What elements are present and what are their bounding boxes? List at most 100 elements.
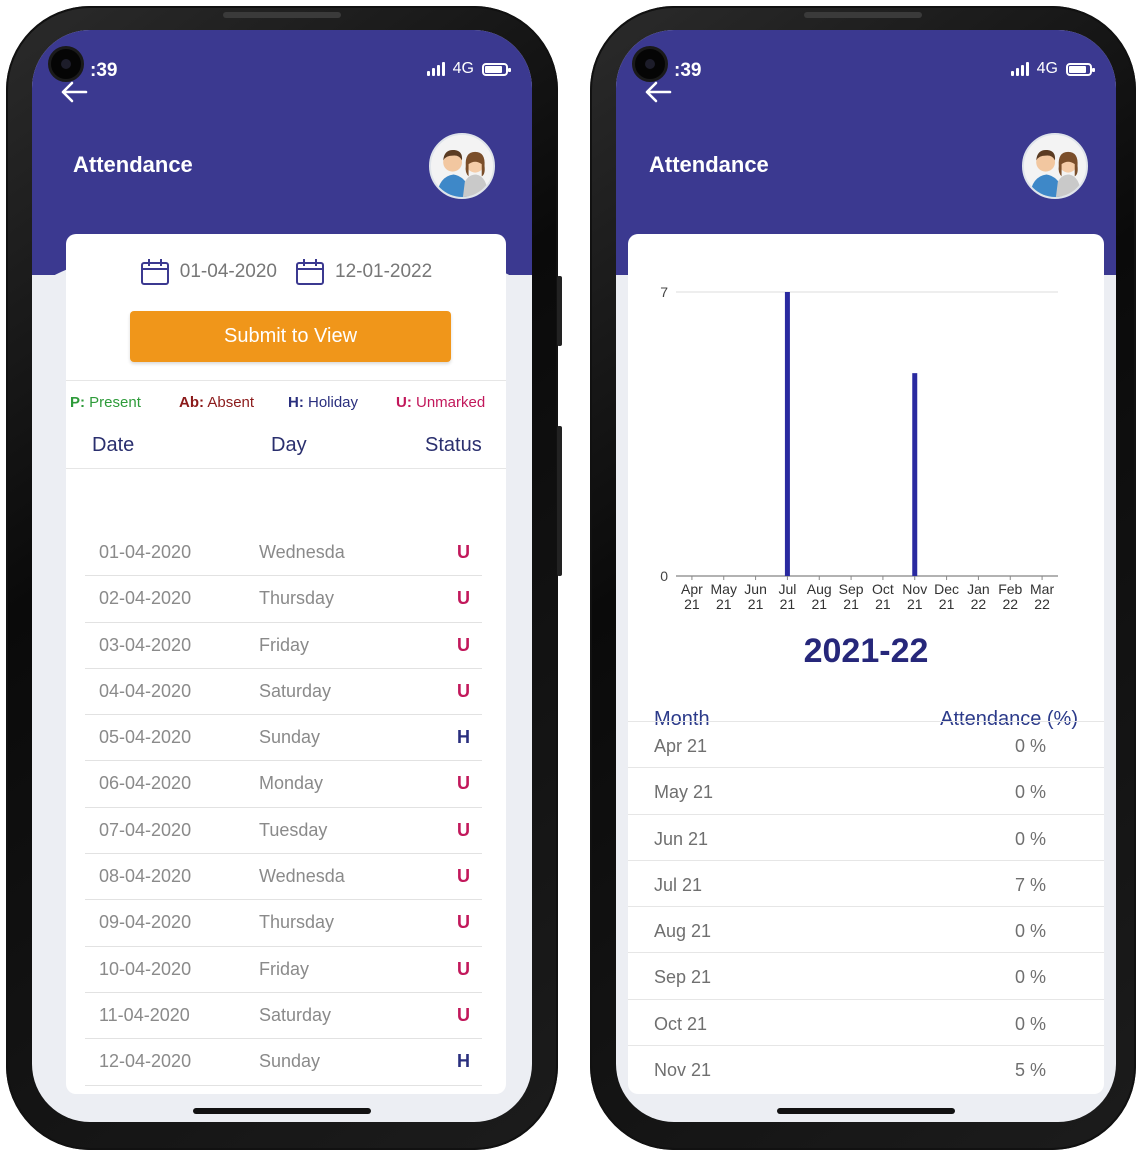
side-button bbox=[557, 426, 562, 576]
attendance-percent: 0 % bbox=[1014, 736, 1046, 756]
attendance-percent: 0 % bbox=[1014, 782, 1046, 803]
status-time: :39 bbox=[674, 60, 702, 81]
list-item: Sep 21 0 % bbox=[628, 952, 1104, 998]
attendance-percent: 7 % bbox=[1014, 874, 1046, 895]
table-row: 09-04-2020 Thursday U bbox=[85, 900, 482, 947]
status-indicators: 4G bbox=[1010, 60, 1095, 78]
network-label: 4G bbox=[1036, 60, 1058, 77]
phone-frame-left: :39 4G Attendance 01-04-2020 12-01-2022 … bbox=[6, 6, 562, 1150]
divider bbox=[66, 468, 506, 469]
divider bbox=[66, 380, 506, 381]
column-header-day: Day bbox=[271, 434, 307, 456]
side-button bbox=[557, 276, 562, 346]
list-item: Aug 21 0 % bbox=[628, 906, 1104, 952]
x-tick-label: Apr bbox=[681, 581, 703, 597]
attendance-percent: 0 % bbox=[1014, 967, 1046, 988]
x-tick-label: 21 bbox=[875, 596, 891, 612]
row-day: Saturday bbox=[259, 1004, 332, 1025]
parents-avatar-icon bbox=[431, 135, 493, 197]
month-label: Aug 21 bbox=[654, 921, 712, 942]
home-indicator[interactable] bbox=[777, 1108, 955, 1114]
row-day: Saturday bbox=[259, 680, 332, 701]
home-indicator[interactable] bbox=[193, 1108, 371, 1114]
status-indicators: 4G bbox=[426, 60, 511, 78]
back-arrow-icon[interactable] bbox=[642, 76, 674, 108]
page-title: Attendance bbox=[73, 152, 193, 177]
bar-nov-21 bbox=[912, 373, 918, 576]
list-item: May 21 0 % bbox=[628, 767, 1104, 813]
profile-avatar[interactable] bbox=[1022, 133, 1088, 199]
list-item: Oct 21 0 % bbox=[628, 998, 1104, 1045]
row-date: 06-04-2020 bbox=[99, 773, 192, 794]
row-status: U bbox=[457, 634, 470, 655]
month-label: Jun 21 bbox=[654, 828, 709, 849]
x-tick-label: 21 bbox=[748, 596, 764, 612]
x-tick-label: 21 bbox=[780, 596, 796, 612]
x-tick-label: Oct bbox=[872, 581, 894, 597]
back-arrow-icon[interactable] bbox=[58, 76, 90, 108]
from-date-picker[interactable]: 01-04-2020 bbox=[140, 258, 277, 286]
table-row: 04-04-2020 Saturday U bbox=[85, 669, 482, 716]
table-row: 08-04-2020 Wednesda U bbox=[85, 854, 482, 901]
x-tick-label: 22 bbox=[971, 596, 987, 612]
row-date: 09-04-2020 bbox=[99, 912, 192, 933]
row-status: U bbox=[457, 819, 470, 840]
row-date: 01-04-2020 bbox=[99, 542, 192, 562]
row-day: Monday bbox=[259, 773, 324, 794]
row-status: U bbox=[457, 542, 470, 562]
row-date: 12-04-2020 bbox=[99, 1051, 192, 1072]
attendance-percent: 0 % bbox=[1014, 828, 1046, 849]
table-row: 11-04-2020 Saturday U bbox=[85, 993, 482, 1040]
row-date: 05-04-2020 bbox=[99, 727, 192, 748]
to-date-picker[interactable]: 12-01-2022 bbox=[295, 258, 432, 286]
column-header-status: Status bbox=[425, 434, 482, 456]
legend-holiday: H: Holiday bbox=[288, 394, 359, 411]
list-item: Jun 21 0 % bbox=[628, 813, 1104, 860]
legend-present: P: Present bbox=[70, 394, 141, 411]
row-date: 04-04-2020 bbox=[99, 680, 192, 701]
bar-jul-21 bbox=[784, 292, 790, 576]
row-day: Friday bbox=[259, 958, 310, 979]
attendance-list: 01-04-2020 Wednesda U 02-04-2020 Thursday U 03… bbox=[85, 530, 482, 1086]
x-tick-label: 21 bbox=[716, 596, 732, 612]
from-date-value: 01-04-2020 bbox=[179, 261, 277, 282]
year-label: 2021-22 bbox=[803, 632, 929, 670]
table-row: 06-04-2020 Monday U bbox=[85, 761, 482, 808]
x-tick-label: 21 bbox=[843, 596, 859, 612]
month-label: Jul 21 bbox=[654, 874, 703, 895]
row-day: Thursday bbox=[259, 588, 335, 609]
row-day: Friday bbox=[259, 634, 310, 655]
attendance-percent: 0 % bbox=[1014, 1013, 1046, 1034]
column-header-date: Date bbox=[92, 434, 135, 456]
page-title: Attendance bbox=[649, 152, 769, 177]
x-tick-label: 22 bbox=[1002, 596, 1018, 612]
legend-absent: Ab: Absent bbox=[179, 394, 255, 411]
table-row: 03-04-2020 Friday U bbox=[85, 623, 482, 669]
screen-attendance-list: :39 4G Attendance 01-04-2020 12-01-2022 … bbox=[32, 30, 532, 1122]
to-date-value: 12-01-2022 bbox=[335, 261, 433, 282]
row-day: Tuesday bbox=[259, 819, 328, 840]
screen-attendance-summary: :39 4G Attendance 0 7 Apr 21 May 21 Jun 21 Jul 21… bbox=[616, 30, 1116, 1122]
x-tick-label: 21 bbox=[684, 596, 700, 612]
calendar-icon bbox=[296, 259, 324, 285]
earpiece bbox=[223, 12, 341, 18]
x-tick-label: Mar bbox=[1030, 581, 1054, 597]
monthly-summary-list: Apr 21 0 % May 21 0 % Jun 21 0 % Jul 21 7 % Aug … bbox=[628, 721, 1104, 1091]
signal-icon bbox=[426, 62, 445, 76]
month-label: Apr 21 bbox=[654, 736, 708, 756]
row-status: U bbox=[457, 588, 470, 609]
phone-frame-right: :39 4G Attendance 0 7 Apr 21 May 21 Jun 21 Jul 21… bbox=[590, 6, 1136, 1150]
legend-unmarked: U: Unmarked bbox=[396, 394, 486, 411]
row-status: U bbox=[457, 866, 470, 887]
monthly-attendance-chart: 07Apr21May21Jun21Jul21Aug21Sep21Oct21Nov… bbox=[660, 284, 1058, 612]
x-tick-label: 21 bbox=[907, 596, 923, 612]
table-row: 10-04-2020 Friday U bbox=[85, 947, 482, 993]
table-row: 01-04-2020 Wednesda U bbox=[85, 530, 482, 577]
x-tick-label: Feb bbox=[998, 581, 1022, 597]
x-tick-label: Nov bbox=[902, 581, 927, 597]
submit-to-view-button[interactable]: Submit to View bbox=[130, 311, 451, 362]
profile-avatar[interactable] bbox=[429, 133, 495, 199]
row-date: 03-04-2020 bbox=[99, 634, 192, 655]
list-item: Apr 21 0 % bbox=[628, 721, 1104, 767]
row-status: U bbox=[457, 680, 470, 701]
